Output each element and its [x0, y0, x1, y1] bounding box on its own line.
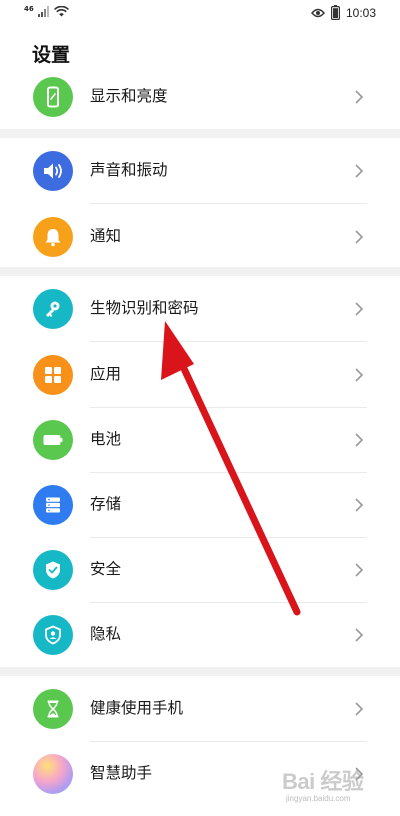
- settings-item-security[interactable]: 安全: [0, 537, 400, 603]
- settings-item-apps[interactable]: 应用: [0, 342, 400, 408]
- group-separator: [0, 667, 400, 676]
- settings-item-sound[interactable]: 声音和振动: [0, 138, 400, 204]
- chevron-right-icon: [355, 302, 364, 316]
- settings-item-digital-health[interactable]: 健康使用手机: [0, 676, 400, 742]
- settings-item-biometrics[interactable]: 生物识别和密码: [0, 276, 400, 342]
- settings-item-display[interactable]: 显示和亮度: [0, 64, 400, 130]
- status-right: 10:03: [311, 5, 376, 20]
- settings-item-label: 生物识别和密码: [90, 299, 199, 317]
- settings-item-label: 电池: [90, 430, 122, 448]
- watermark-url: jingyan.baidu.com: [286, 794, 351, 803]
- status-time: 10:03: [345, 5, 376, 20]
- page-title: 设置: [32, 44, 71, 66]
- baidu-watermark: Bai 经验 jingyan.baidu.com: [282, 764, 392, 810]
- key-icon: [33, 289, 73, 329]
- signal-icon: [37, 6, 49, 17]
- chevron-right-icon: [355, 702, 364, 716]
- settings-item-label: 通知: [90, 227, 122, 245]
- shield-check-icon: [33, 550, 73, 590]
- bell-icon: [33, 217, 73, 257]
- settings-item-battery[interactable]: 电池: [0, 407, 400, 473]
- chevron-right-icon: [355, 498, 364, 512]
- wifi-icon: [53, 6, 69, 17]
- settings-item-label: 健康使用手机: [90, 699, 184, 717]
- chevron-right-icon: [355, 628, 364, 642]
- privacy-shield-icon: [33, 615, 73, 655]
- status-bar: 46 10:03: [0, 0, 400, 26]
- settings-item-privacy[interactable]: 隐私: [0, 602, 400, 668]
- settings-item-notifications[interactable]: 通知: [0, 204, 400, 270]
- settings-item-label: 隐私: [90, 625, 122, 643]
- apps-grid-icon: [33, 355, 73, 395]
- battery-icon: [33, 420, 73, 460]
- chevron-right-icon: [355, 563, 364, 577]
- group-separator: [0, 129, 400, 138]
- phone-display-icon: [33, 77, 73, 117]
- smart-assistant-icon: [33, 754, 73, 794]
- status-left: 46: [24, 6, 69, 17]
- chevron-right-icon: [355, 164, 364, 178]
- speaker-icon: [33, 151, 73, 191]
- eye-comfort-icon: [311, 8, 325, 17]
- network-type-label: 46: [24, 5, 34, 13]
- settings-item-label: 声音和振动: [90, 161, 168, 179]
- chevron-right-icon: [355, 90, 364, 104]
- hourglass-icon: [33, 689, 73, 729]
- settings-item-label: 存储: [90, 495, 122, 513]
- storage-icon: [33, 485, 73, 525]
- chevron-right-icon: [355, 433, 364, 447]
- settings-item-label: 显示和亮度: [90, 87, 168, 105]
- battery-status-icon: [330, 5, 340, 20]
- chevron-right-icon: [355, 230, 364, 244]
- settings-item-label: 安全: [90, 560, 122, 578]
- settings-item-label: 智慧助手: [90, 764, 153, 782]
- settings-item-label: 应用: [90, 365, 122, 383]
- group-separator: [0, 267, 400, 276]
- settings-item-storage[interactable]: 存储: [0, 472, 400, 538]
- chevron-right-icon: [355, 368, 364, 382]
- watermark-logo: Bai 经验: [282, 769, 364, 794]
